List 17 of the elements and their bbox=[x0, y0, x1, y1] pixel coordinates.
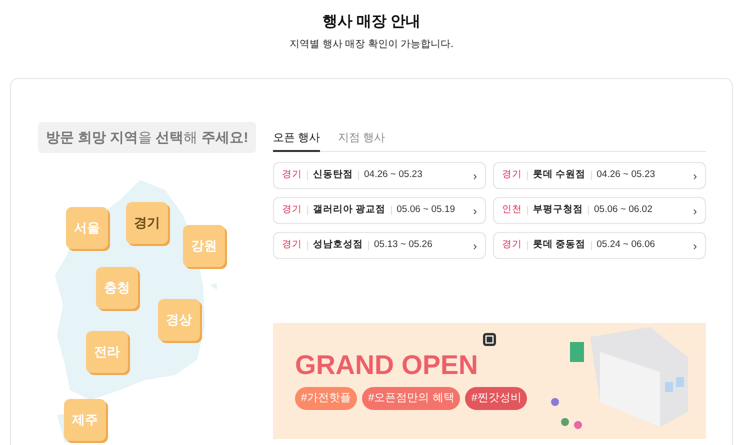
expand-icon[interactable] bbox=[483, 333, 496, 346]
store-item[interactable]: 경기 성남호성점 05.13 ~ 05.26 › bbox=[273, 232, 486, 259]
page-title: 행사 매장 안내 bbox=[322, 12, 421, 32]
store-item[interactable]: 경기 신동탄점 04.26 ~ 05.23 › bbox=[273, 162, 486, 189]
store-item[interactable]: 인천 부평구청점 05.06 ~ 06.02 › bbox=[493, 197, 706, 224]
region-tile[interactable]: 경기 bbox=[126, 202, 168, 244]
hashtag-chip: #가전핫플 bbox=[295, 387, 358, 410]
region-prompt: 방문 희망 지역을 선택해 주세요! bbox=[38, 122, 256, 152]
store-item[interactable]: 경기 갤러리아 광교점 05.06 ~ 05.19 › bbox=[273, 197, 486, 224]
banner-headline: GRAND OPEN bbox=[295, 352, 480, 380]
store-item[interactable]: 경기 롯데 수원점 04.26 ~ 05.23 › bbox=[493, 162, 706, 189]
hashtag-chip: #찐갓성비 bbox=[465, 387, 528, 410]
hashtag-chip: #오픈점만의 혜택 bbox=[362, 387, 460, 410]
event-tab[interactable]: 오픈 행사 bbox=[273, 130, 320, 152]
store-item[interactable]: 경기 롯데 중동점 05.24 ~ 06.06 › bbox=[493, 232, 706, 259]
event-tab[interactable]: 지점 행사 bbox=[338, 130, 386, 152]
page-subtitle: 지역별 행사 매장 확인이 가능합니다. bbox=[290, 38, 454, 52]
